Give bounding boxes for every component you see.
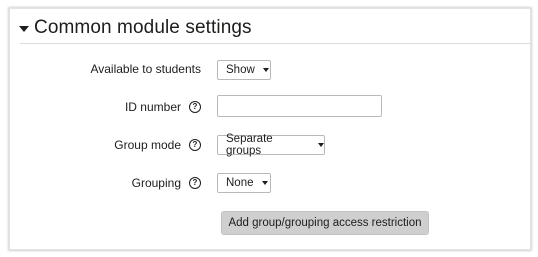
groupmode-label: Group mode ? <box>114 138 201 152</box>
add-restriction-button[interactable]: Add group/grouping access restriction <box>221 211 429 235</box>
help-icon[interactable]: ? <box>189 177 201 189</box>
section-divider <box>20 43 530 44</box>
chevron-down-icon <box>318 143 324 147</box>
help-icon[interactable]: ? <box>189 101 201 113</box>
section-title: Common module settings <box>34 17 252 38</box>
groupmode-label-text: Group mode <box>114 138 181 152</box>
groupmode-select-value: Separate groups <box>226 133 273 157</box>
help-icon[interactable]: ? <box>189 139 201 151</box>
available-label-text: Available to students <box>90 62 201 76</box>
idnumber-label: ID number ? <box>125 100 201 114</box>
idnumber-input[interactable] <box>217 95 382 117</box>
grouping-label-text: Grouping <box>131 176 181 190</box>
chevron-down-icon <box>262 68 269 72</box>
common-module-settings-panel: Common module settings Available to stud… <box>9 8 531 250</box>
chevron-down-icon <box>261 181 268 185</box>
grouping-label: Grouping ? <box>132 176 201 190</box>
grouping-select-value: None <box>226 177 254 189</box>
available-select-value: Show <box>226 64 255 76</box>
idnumber-label-text: ID number <box>124 100 181 114</box>
collapse-caret-icon[interactable] <box>19 25 29 32</box>
available-select[interactable]: Show <box>217 60 271 80</box>
grouping-select[interactable]: None <box>217 173 271 193</box>
groupmode-select[interactable]: Separate groups <box>217 133 325 157</box>
section-header[interactable]: Common module settings <box>19 14 252 42</box>
available-label: Available to students <box>90 62 201 76</box>
